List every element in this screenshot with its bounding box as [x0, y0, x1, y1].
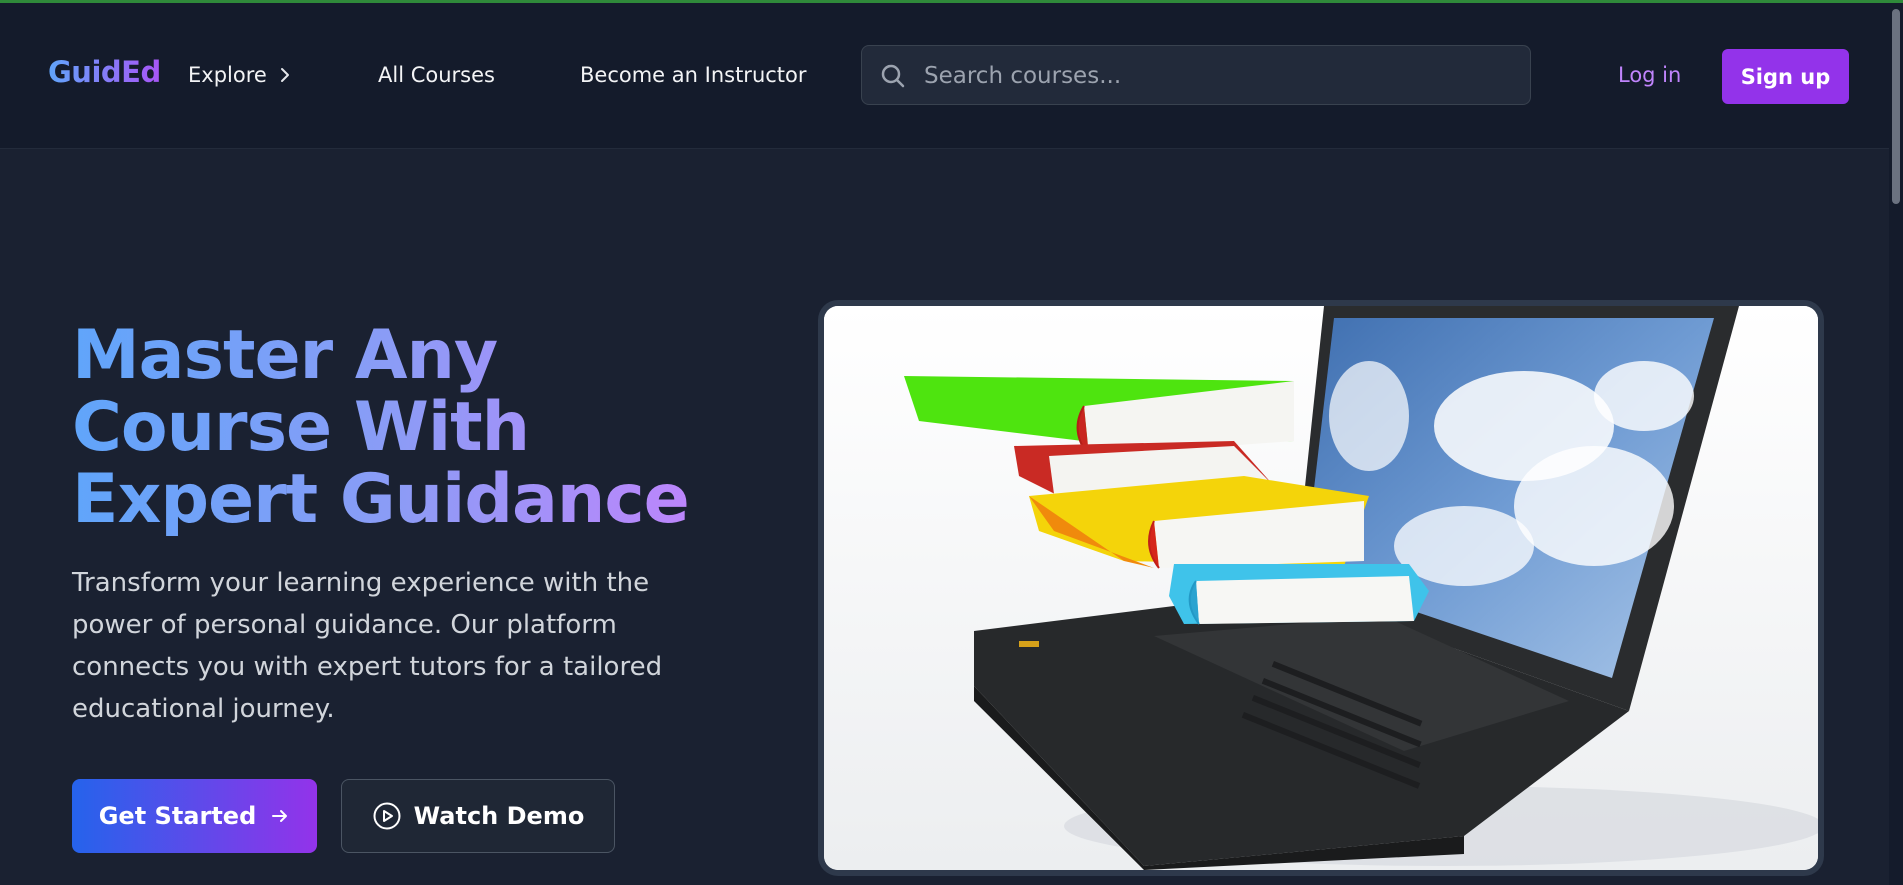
play-circle-icon — [373, 802, 401, 830]
watch-demo-button[interactable]: Watch Demo — [341, 779, 615, 853]
signup-button[interactable]: Sign up — [1722, 49, 1849, 104]
nav-all-courses[interactable]: All Courses — [378, 63, 495, 87]
hero-title-line-3: Expert Guidance — [72, 460, 689, 539]
hero-title: Master Any Course With Expert Guidance — [72, 320, 712, 536]
hero-title-line-2: Course With — [72, 388, 530, 467]
laptop-books-illustration — [824, 306, 1818, 870]
hero-title-line-1: Master Any — [72, 316, 498, 395]
search-input[interactable] — [922, 46, 1516, 106]
arrow-right-icon — [272, 810, 288, 822]
get-started-button[interactable]: Get Started — [72, 779, 317, 853]
navbar: GuidEd Explore All Courses Become an Ins… — [0, 3, 1903, 149]
nav-explore-label: Explore — [188, 63, 267, 87]
chevron-right-icon — [280, 68, 289, 82]
nav-become-instructor[interactable]: Become an Instructor — [580, 63, 807, 87]
get-started-label: Get Started — [98, 802, 257, 830]
hero-image-frame — [818, 300, 1824, 876]
login-link[interactable]: Log in — [1618, 63, 1681, 87]
search-icon — [881, 64, 905, 88]
hero-subtitle: Transform your learning experience with … — [72, 568, 663, 724]
logo[interactable]: GuidEd — [48, 55, 161, 89]
watch-demo-label: Watch Demo — [413, 802, 585, 830]
scrollbar-thumb[interactable] — [1892, 9, 1900, 204]
nav-explore[interactable]: Explore — [188, 63, 291, 87]
search-bar[interactable] — [861, 45, 1531, 106]
scrollbar[interactable] — [1889, 3, 1903, 885]
hero-image — [824, 306, 1818, 870]
